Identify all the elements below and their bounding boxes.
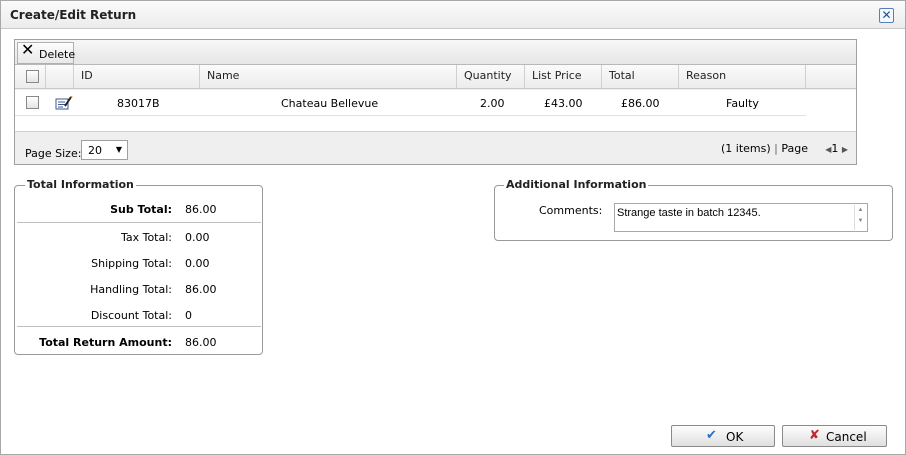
divider (17, 326, 261, 327)
header-edit-cell (46, 65, 74, 89)
textarea-scrollbar[interactable]: ▲ ▼ (854, 205, 866, 230)
page-label: Page (781, 142, 808, 155)
shipping-total-label: Shipping Total: (91, 257, 172, 270)
pager-nav: ◀1 ▶ (825, 142, 848, 155)
checkmark-icon: ✔ (706, 428, 717, 443)
handling-total-value: 86.00 (185, 283, 217, 296)
discount-total-label: Discount Total: (90, 309, 172, 322)
page-size-label: Page Size: (25, 147, 82, 160)
select-all-checkbox[interactable] (26, 70, 39, 83)
comments-label: Comments: (539, 204, 603, 217)
column-header-name[interactable]: Name (200, 65, 457, 89)
page-number[interactable]: 1 (831, 142, 838, 155)
comments-value: Strange taste in batch 12345. (617, 207, 761, 219)
cell-id: 83017B (117, 97, 160, 110)
tax-total-row: Tax Total: 0.00 (15, 225, 262, 251)
sub-total-row: Sub Total: 86.00 (15, 197, 262, 223)
delete-x-icon: ✕ (21, 40, 35, 59)
divider (17, 222, 261, 223)
return-lines-grid: ✕ Delete ID Name Quantity List Price Tot… (14, 39, 857, 165)
total-return-amount-row: Total Return Amount: 86.00 (15, 330, 262, 356)
sub-total-label: Sub Total: (110, 203, 172, 216)
cancel-x-icon: ✘ (809, 428, 820, 443)
item-count: (1 items) (720, 142, 771, 155)
table-row[interactable]: 83017B Chateau Bellevue 2.00 £43.00 £86.… (15, 90, 806, 116)
additional-information-group: Additional Information Comments: Strange… (494, 178, 893, 241)
additional-information-legend: Additional Information (504, 178, 649, 191)
handling-total-label: Handling Total: (90, 283, 172, 296)
total-information-legend: Total Information (25, 178, 136, 191)
grid-header: ID Name Quantity List Price Total Reason (15, 65, 856, 89)
sub-total-value: 86.00 (185, 203, 217, 216)
total-information-group: Total Information Sub Total: 86.00 Tax T… (14, 178, 263, 356)
cancel-button-label: Cancel (826, 430, 867, 444)
column-header-total[interactable]: Total (602, 65, 679, 89)
comments-textarea[interactable]: Strange taste in batch 12345. ▲ ▼ (614, 203, 868, 232)
cell-reason: Faulty (726, 97, 759, 110)
delete-button-label: Delete (39, 48, 76, 61)
page-size-value: 20 (88, 144, 102, 157)
dropdown-arrow-icon: ▼ (115, 145, 122, 154)
tax-total-value: 0.00 (185, 231, 210, 244)
create-edit-return-dialog: Create/Edit Return ✕ ✕ Delete ID Name Qu… (0, 0, 906, 455)
dialog-title: Create/Edit Return (10, 8, 137, 22)
pager-info: (1 items) | Page (720, 142, 808, 155)
row-checkbox[interactable] (26, 96, 39, 109)
shipping-total-value: 0.00 (185, 257, 210, 270)
header-filler (806, 65, 856, 89)
grid-toolbar: ✕ Delete (15, 40, 856, 65)
column-header-list-price[interactable]: List Price (525, 65, 602, 89)
grid-body: 83017B Chateau Bellevue 2.00 £43.00 £86.… (15, 90, 856, 131)
cancel-button[interactable]: ✘ Cancel (782, 425, 887, 447)
handling-total-row: Handling Total: 86.00 (15, 277, 262, 303)
title-bar: Create/Edit Return ✕ (1, 1, 905, 29)
cell-quantity: 2.00 (480, 97, 505, 110)
column-header-quantity[interactable]: Quantity (457, 65, 525, 89)
total-return-amount-label: Total Return Amount: (39, 336, 172, 349)
ok-button[interactable]: ✔ OK (671, 425, 775, 447)
discount-total-value: 0 (185, 309, 192, 322)
total-return-amount-value: 86.00 (185, 336, 217, 349)
cell-name: Chateau Bellevue (281, 97, 379, 110)
next-page-icon[interactable]: ▶ (842, 145, 848, 154)
shipping-total-row: Shipping Total: 0.00 (15, 251, 262, 277)
close-icon[interactable]: ✕ (879, 8, 894, 23)
column-header-reason[interactable]: Reason (679, 65, 806, 89)
delete-button[interactable]: ✕ Delete (17, 40, 76, 64)
column-header-id[interactable]: ID (74, 65, 200, 89)
cell-list-price: £43.00 (544, 97, 583, 110)
grid-pager: Page Size: 20 ▼ (1 items) | Page ◀1 ▶ (15, 131, 856, 164)
edit-row-icon[interactable] (55, 96, 73, 110)
tax-total-label: Tax Total: (120, 231, 172, 244)
cell-total: £86.00 (621, 97, 660, 110)
header-select-all-cell (15, 65, 46, 89)
page-size-select[interactable]: 20 ▼ (81, 140, 128, 160)
ok-button-label: OK (726, 430, 744, 444)
